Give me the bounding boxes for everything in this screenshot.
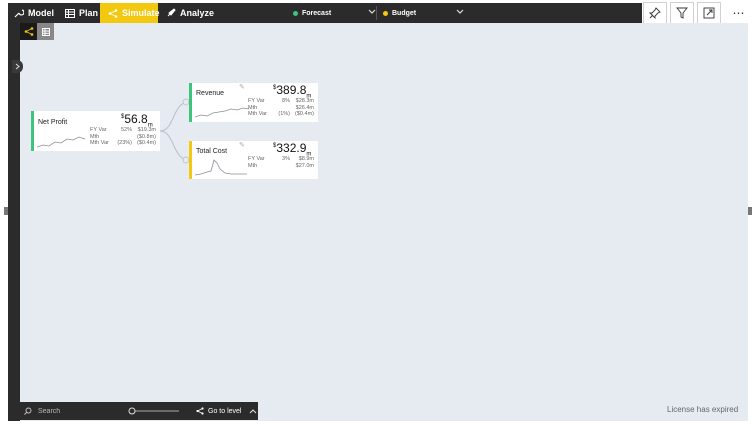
node-name: Total Cost (196, 148, 228, 155)
chevron-down-icon (368, 9, 376, 14)
edit-icon[interactable]: ✎ (239, 83, 245, 91)
filter-icon (676, 7, 688, 19)
chevron-right-icon (15, 63, 20, 70)
metric-pct: (1%) (278, 111, 290, 117)
node-value: $389.8m (273, 83, 311, 99)
metric-row: Mth $27.0m (248, 163, 314, 170)
table-icon (65, 8, 75, 18)
node-total-cost[interactable]: Total Cost ✎ $332.9m FY Var 3% $8.9m Mth $2… (189, 141, 318, 179)
forecast-color-dot (293, 10, 298, 16)
rocket-icon (167, 8, 176, 17)
decomposition-canvas (8, 23, 748, 421)
node-value: $332.9m (273, 141, 311, 157)
tree-view-button[interactable] (20, 23, 37, 40)
metric-label: Mth (248, 162, 258, 169)
plan-label: Plan (79, 8, 99, 18)
table-icon (41, 27, 50, 36)
go-to-level-button[interactable]: Go to level (196, 402, 257, 420)
value-number: 389.8 (276, 83, 307, 97)
filter-button[interactable] (670, 2, 694, 24)
metric-value: ($0.4m) (295, 111, 314, 117)
view-toggle (20, 23, 54, 40)
resize-handle-right[interactable] (748, 207, 752, 215)
more-options-button[interactable]: ⋯ (727, 2, 751, 24)
search-input[interactable] (38, 407, 118, 415)
node-metrics: FY Var 3% $8.9m Mth $27.0m (248, 156, 314, 169)
node-value: $56.8m (121, 112, 153, 128)
sparkline (195, 107, 249, 118)
node-metrics: FY Var 8% $28.3m Mth $26.4m Mth Var (1%) ($0.… (248, 98, 314, 118)
zoom-slider[interactable] (128, 407, 180, 415)
wrench-icon (14, 9, 24, 18)
go-to-level-label: Go to level (208, 407, 242, 415)
chevron-up-icon (250, 409, 257, 414)
table-view-button[interactable] (37, 23, 54, 40)
app-frame: Model Plan Simulate Analyze Forecast Bud… (0, 0, 753, 424)
simulate-button[interactable]: Simulate (100, 3, 160, 23)
analyze-button[interactable]: Analyze (166, 3, 214, 23)
plan-button[interactable]: Plan (65, 3, 98, 23)
edit-icon[interactable]: ✎ (239, 141, 245, 149)
node-revenue[interactable]: Revenue ✎ $389.8m FY Var 8% $28.3m Mth $26.… (189, 83, 318, 122)
search-area (24, 402, 118, 420)
metric-value: $27.0m (295, 162, 314, 169)
metric-value: ($0.4m) (137, 140, 156, 146)
pin-icon (649, 7, 661, 19)
budget-color-dot (383, 10, 388, 16)
tree-icon (108, 8, 118, 18)
expand-panel-button[interactable] (12, 60, 23, 73)
node-metrics: FY Var 52% $19.3m Mth ($0.8m) Mth Var (23%)(… (90, 127, 156, 147)
simulate-label: Simulate (122, 8, 160, 18)
node-name: Revenue (196, 90, 225, 97)
tree-icon (196, 407, 204, 415)
main-toolbar: Model Plan Simulate Analyze Forecast Bud… (8, 3, 642, 23)
model-button[interactable]: Model (14, 3, 54, 23)
budget-label: Budget (392, 9, 417, 17)
value-number: 332.9 (276, 141, 307, 155)
resize-handle-left[interactable] (4, 207, 8, 215)
chevron-down-icon (456, 9, 464, 14)
toolbar-divider (376, 6, 377, 20)
model-label: Model (28, 8, 54, 18)
metric-label: Mth Var (248, 111, 267, 117)
bottom-toolbar: Go to level (20, 402, 258, 420)
pin-button[interactable] (643, 2, 667, 24)
visual-header-tools (643, 2, 724, 24)
focus-mode-button[interactable] (697, 2, 721, 24)
search-icon (24, 407, 32, 415)
sparkline (195, 159, 247, 176)
budget-select[interactable]: Budget (380, 3, 464, 23)
metric-pct (268, 163, 290, 170)
metric-row: Mth Var (1%) ($0.4m) (248, 111, 314, 118)
more-icon: ⋯ (732, 6, 746, 20)
tree-icon (24, 27, 33, 36)
forecast-label: Forecast (302, 9, 332, 17)
focus-mode-icon (703, 7, 715, 19)
value-number: 56.8 (124, 112, 148, 126)
node-net-profit[interactable]: Net Profit $56.8m FY Var 52% $19.3m Mth ($0… (31, 111, 160, 151)
license-status: License has expired (667, 405, 739, 414)
metric-row: Mth Var (23%) ($0.4m) (90, 140, 156, 147)
sparkline (37, 136, 86, 148)
metric-pct: (23%) (117, 140, 132, 146)
metric-label: Mth Var (90, 140, 109, 146)
forecast-select[interactable]: Forecast (290, 3, 376, 23)
node-name: Net Profit (38, 119, 68, 126)
analyze-label: Analyze (180, 8, 215, 18)
